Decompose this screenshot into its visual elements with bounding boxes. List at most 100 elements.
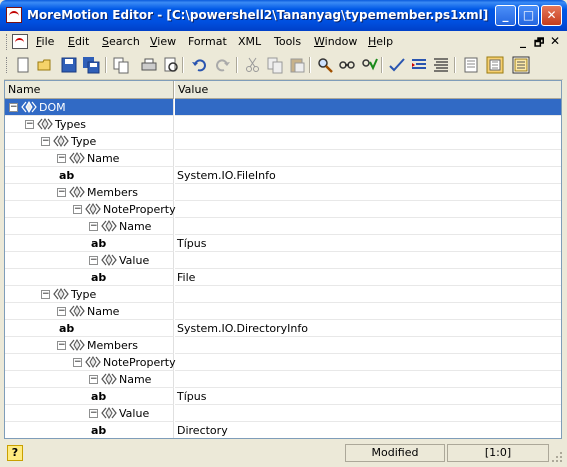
collapse-toggle-icon[interactable]: − [89, 409, 98, 418]
tree-row[interactable]: − Value [5, 405, 561, 422]
tree-row[interactable]: − Name [5, 150, 561, 167]
validate-icon[interactable] [360, 56, 378, 74]
tree-row[interactable]: − Name [5, 371, 561, 388]
tree-row[interactable]: ab System.IO.FileInfo [5, 167, 561, 184]
tree-row[interactable]: − NoteProperty [5, 201, 561, 218]
menu-tools[interactable]: Tools [274, 35, 301, 48]
column-header-name[interactable]: Name [5, 81, 174, 99]
name-cell[interactable]: ab [5, 269, 174, 286]
toolbar-grip[interactable] [6, 57, 10, 73]
find-replace-icon[interactable] [338, 56, 356, 74]
name-cell[interactable]: − Types [5, 116, 174, 133]
collapse-toggle-icon[interactable]: − [41, 137, 50, 146]
name-cell[interactable]: ab [5, 235, 174, 252]
collapse-toggle-icon[interactable]: − [57, 188, 66, 197]
name-cell[interactable]: − Type [5, 286, 174, 303]
value-cell[interactable]: File [175, 269, 561, 286]
tree-row[interactable]: − NoteProperty [5, 354, 561, 371]
value-cell[interactable] [175, 371, 561, 388]
print-icon[interactable] [140, 56, 158, 74]
mdi-minimize-button[interactable]: _ [520, 34, 526, 48]
undo-icon[interactable] [190, 56, 208, 74]
tree-row[interactable]: ab Directory [5, 422, 561, 438]
value-cell[interactable] [175, 252, 561, 269]
collapse-toggle-icon[interactable]: − [89, 256, 98, 265]
view-split-icon[interactable] [512, 56, 530, 74]
copy-icon[interactable] [266, 56, 284, 74]
tree-row[interactable]: − Type [5, 133, 561, 150]
name-cell[interactable]: − Name [5, 150, 174, 167]
name-cell[interactable]: ab [5, 320, 174, 337]
menu-grip[interactable] [6, 34, 10, 50]
value-cell[interactable] [175, 133, 561, 150]
menu-window[interactable]: Window [314, 35, 357, 48]
value-cell[interactable] [175, 286, 561, 303]
name-cell[interactable]: − NoteProperty [5, 201, 176, 218]
name-cell[interactable]: − Value [5, 405, 174, 422]
value-cell[interactable] [175, 405, 561, 422]
name-cell[interactable]: − DOM [5, 99, 174, 116]
collapse-toggle-icon[interactable]: − [41, 290, 50, 299]
save-icon[interactable] [60, 56, 78, 74]
name-cell[interactable]: − Members [5, 184, 174, 201]
tree-row[interactable]: − Members [5, 337, 561, 354]
name-cell[interactable]: ab [5, 422, 174, 438]
collapse-toggle-icon[interactable]: − [9, 103, 18, 112]
menu-file[interactable]: File [36, 35, 54, 48]
tree-row[interactable]: ab File [5, 269, 561, 286]
tree-row[interactable]: ab Típus [5, 388, 561, 405]
print-preview-icon[interactable] [162, 56, 180, 74]
name-cell[interactable]: − Members [5, 337, 174, 354]
tree-row[interactable]: ab Típus [5, 235, 561, 252]
app-icon[interactable] [6, 7, 22, 23]
minimize-button[interactable]: _ [495, 5, 516, 26]
value-cell[interactable] [175, 116, 561, 133]
value-cell[interactable]: Directory [175, 422, 561, 438]
title-bar[interactable]: MoreMotion Editor - [C:\powershell2\Tana… [0, 0, 567, 31]
name-cell[interactable]: − Name [5, 371, 174, 388]
value-cell[interactable]: Típus [175, 388, 561, 405]
menu-format[interactable]: Format [188, 35, 227, 48]
open-icon[interactable] [36, 56, 54, 74]
tree-row[interactable]: − Name [5, 218, 561, 235]
indent-icon[interactable] [410, 56, 428, 74]
tree-row[interactable]: − DOM [5, 99, 561, 116]
redo-icon[interactable] [214, 56, 232, 74]
name-cell[interactable]: − Name [5, 218, 174, 235]
collapse-toggle-icon[interactable]: − [25, 120, 34, 129]
name-cell[interactable]: − Type [5, 133, 174, 150]
find-icon[interactable] [316, 56, 334, 74]
menu-search[interactable]: Search [102, 35, 140, 48]
menu-edit[interactable]: Edit [68, 35, 89, 48]
collapse-toggle-icon[interactable]: − [73, 358, 82, 367]
cut-icon[interactable] [244, 56, 262, 74]
name-cell[interactable]: ab [5, 167, 174, 184]
maximize-button[interactable]: □ [518, 5, 539, 26]
value-cell[interactable] [175, 337, 561, 354]
name-cell[interactable]: − Name [5, 303, 174, 320]
value-cell[interactable] [175, 99, 561, 116]
value-cell[interactable] [175, 303, 561, 320]
menu-help[interactable]: Help [368, 35, 393, 48]
value-cell[interactable] [175, 150, 561, 167]
view-text-icon[interactable] [462, 56, 480, 74]
tree-row[interactable]: ab System.IO.DirectoryInfo [5, 320, 561, 337]
paste-icon[interactable] [288, 56, 306, 74]
tree-row[interactable]: − Type [5, 286, 561, 303]
view-tree-icon[interactable] [486, 56, 504, 74]
check-icon[interactable] [388, 56, 406, 74]
name-cell[interactable]: − NoteProperty [5, 354, 176, 371]
copy-doc-icon[interactable] [112, 56, 130, 74]
new-icon[interactable] [14, 56, 32, 74]
value-cell[interactable] [175, 354, 561, 371]
collapse-toggle-icon[interactable]: − [57, 154, 66, 163]
help-icon[interactable]: ? [7, 445, 23, 461]
column-header-value[interactable]: Value [175, 81, 561, 99]
name-cell[interactable]: ab [5, 388, 174, 405]
resize-grip[interactable] [551, 451, 563, 463]
menu-view[interactable]: View [150, 35, 176, 48]
tree-row[interactable]: − Types [5, 116, 561, 133]
collapse-toggle-icon[interactable]: − [57, 341, 66, 350]
save-all-icon[interactable] [82, 56, 100, 74]
value-cell[interactable] [175, 218, 561, 235]
